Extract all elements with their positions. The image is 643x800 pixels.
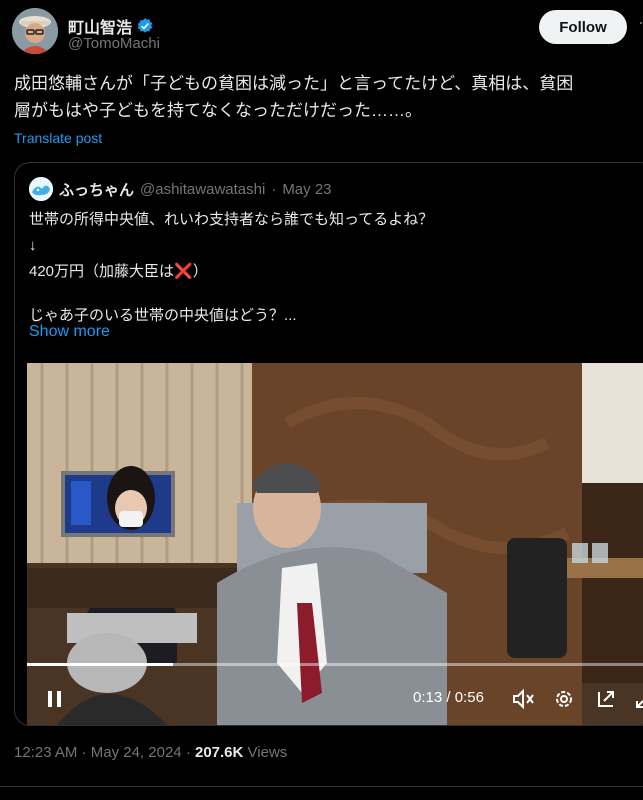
quoted-separator: · (271, 180, 277, 198)
cross-mark-icon: ❌ (174, 263, 193, 280)
video-time: 0:13 / 0:56 (413, 689, 484, 706)
video-time-total: 0:56 (454, 689, 484, 706)
video-player[interactable]: 0:13 / 0:56 (27, 363, 643, 725)
video-frame (27, 363, 643, 725)
translate-post-link[interactable]: Translate post (14, 130, 102, 146)
quoted-post[interactable]: ふっちゃん @ashitawawatashi · May 23 世帯の所得中央値… (14, 162, 643, 726)
video-progress-fill (27, 663, 174, 666)
video-time-current: 0:13 (413, 689, 443, 706)
follow-button[interactable]: Follow (539, 10, 627, 44)
mute-icon[interactable] (511, 687, 537, 711)
quoted-line-3-close: ） (192, 263, 208, 280)
views-label: Views (247, 744, 288, 761)
author-handle[interactable]: @TomoMachi (68, 35, 160, 52)
divider (0, 786, 643, 787)
quoted-date[interactable]: May 23 (282, 181, 331, 198)
fullscreen-icon[interactable] (633, 687, 643, 711)
pause-icon[interactable] (43, 687, 67, 711)
video-progress-bar[interactable] (27, 663, 643, 666)
quoted-line-3: 420万円（加藤大臣は❌） (29, 259, 433, 285)
post-time[interactable]: 12:23 AM (14, 744, 77, 761)
quoted-line-1: 世帯の所得中央値、れいわ支持者なら誰でも知ってるよね？ (29, 211, 434, 228)
video-time-separator: / (446, 689, 451, 706)
post-meta: 12:23 AM · May 24, 2024 · 207.6K Views (14, 744, 287, 761)
quoted-display-name[interactable]: ふっちゃん (59, 179, 134, 200)
show-more-link[interactable]: Show more (29, 323, 110, 341)
pip-icon[interactable] (593, 687, 619, 711)
quoted-post-header: ふっちゃん @ashitawawatashi · May 23 (29, 177, 332, 201)
settings-icon[interactable] (551, 687, 577, 711)
author-avatar[interactable] (12, 8, 58, 54)
video-controls: 0:13 / 0:56 (27, 679, 643, 719)
author-avatar-image (12, 8, 58, 54)
meta-dot-1: · (81, 744, 87, 761)
post-text-line-1: 成田悠輔さんが「子どもの貧困は減った」と言ってたけど、真相は、貧困 (14, 74, 574, 93)
post-header: 町山智浩 @TomoMachi Follow · (12, 8, 643, 58)
quoted-author-avatar[interactable] (29, 177, 53, 201)
views-count: 207.6K (194, 744, 244, 761)
quoted-line-3-text: 420万円（加藤大臣は (29, 263, 175, 280)
meta-dot-2: · (185, 744, 191, 761)
quoted-handle[interactable]: @ashitawawatashi (140, 181, 265, 198)
verified-badge-icon (137, 18, 153, 33)
post-date[interactable]: May 24, 2024 (91, 744, 182, 761)
quoted-line-2: ↓ (29, 237, 37, 254)
more-options-icon[interactable]: · (638, 12, 643, 33)
quoted-text: 世帯の所得中央値、れいわ支持者なら誰でも知ってるよね？ ↓ 420万円（加藤大臣… (29, 207, 433, 329)
quoted-avatar-image (29, 177, 53, 201)
post-text-line-2: 層がもはや子どもを持てなくなっただけだった……。 (14, 101, 422, 120)
post-text: 成田悠輔さんが「子どもの貧困は減った」と言ってたけど、真相は、貧困 層がもはや子… (14, 70, 643, 124)
